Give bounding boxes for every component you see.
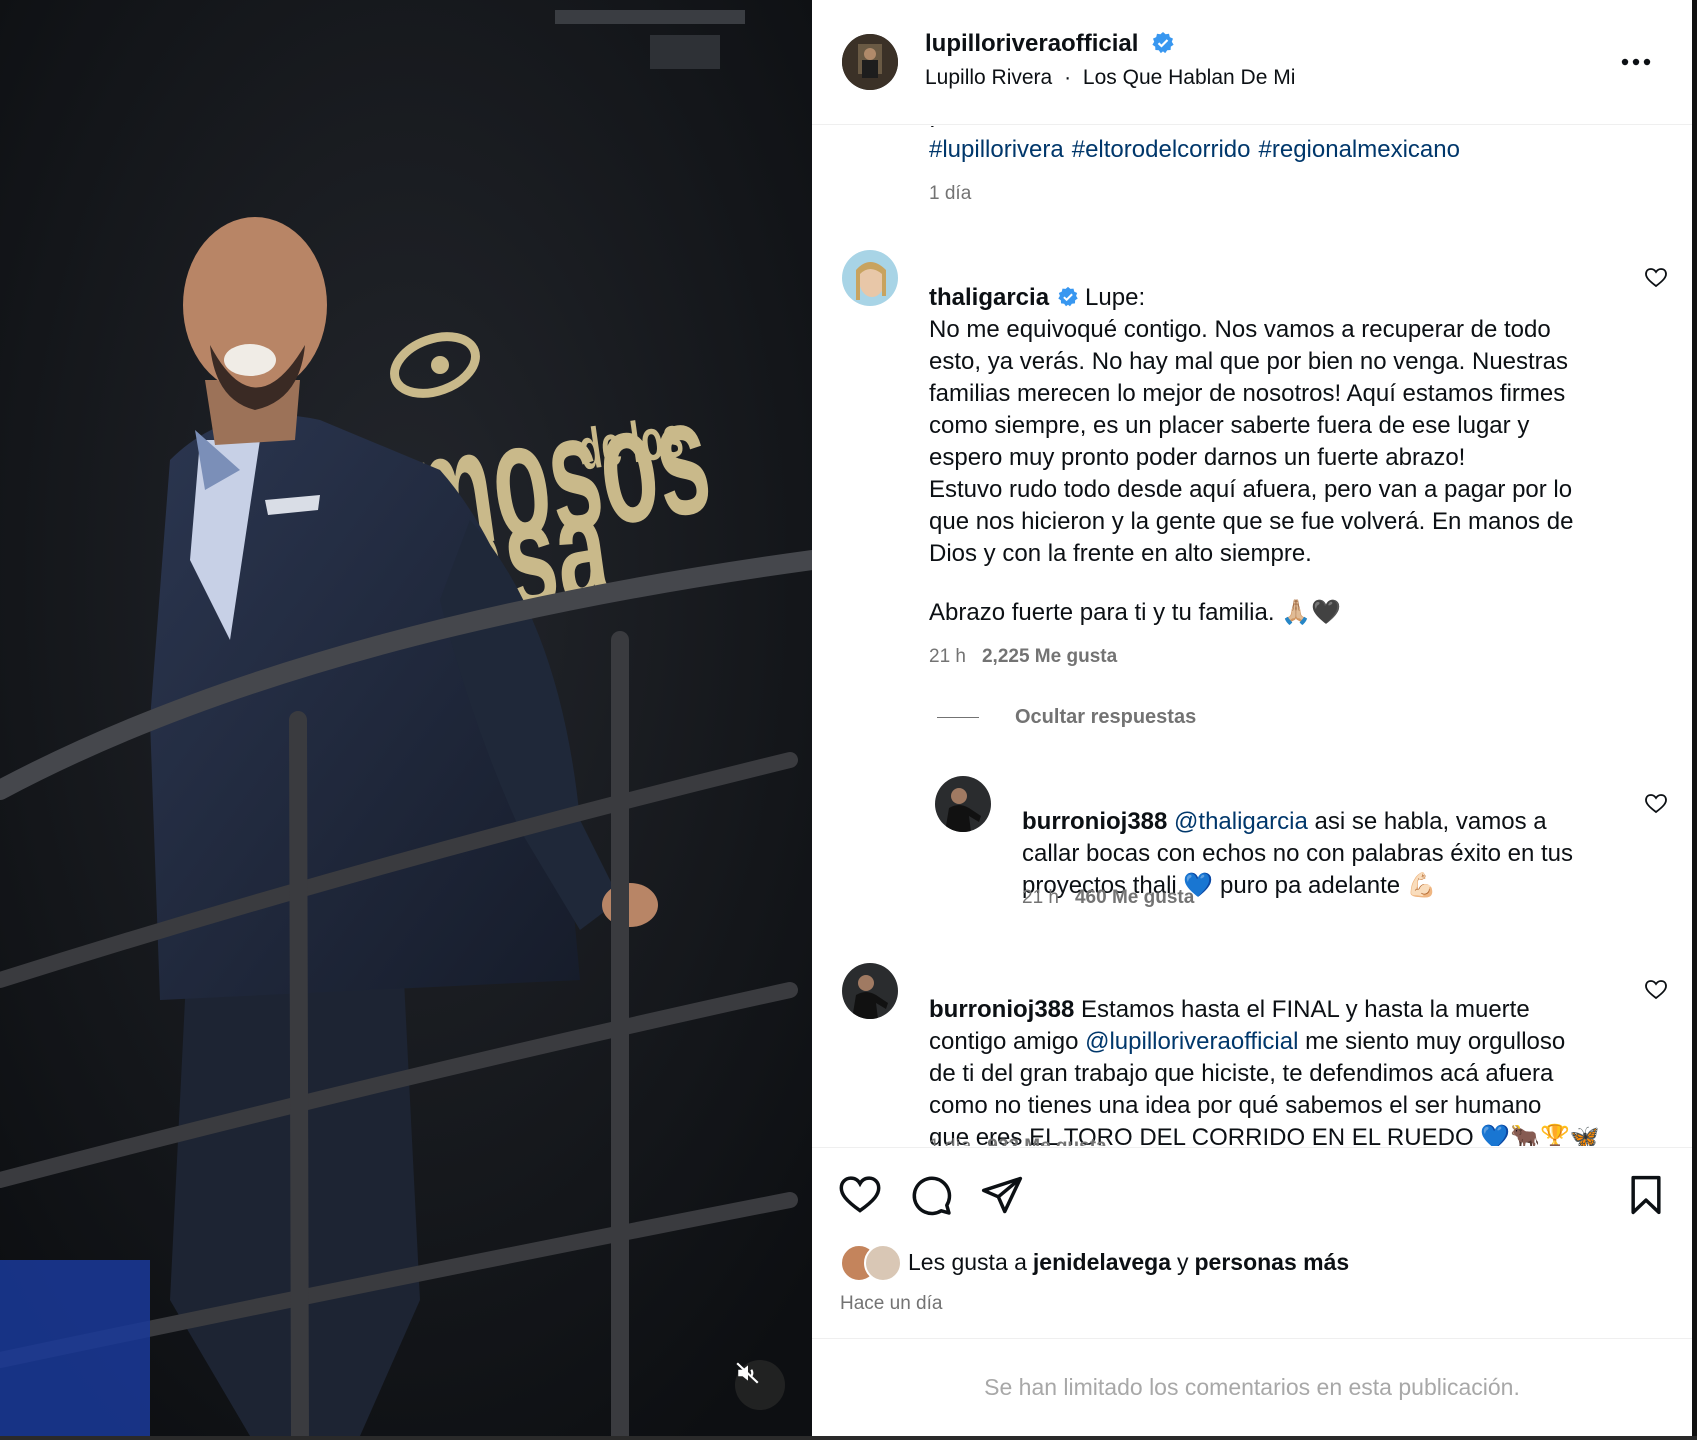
comment-text-line3: de ti del gran trabajo que hiciste, te d… (929, 1060, 1554, 1087)
more-options-button[interactable] (1616, 44, 1656, 80)
comment-icon[interactable] (909, 1173, 953, 1217)
comment-likes[interactable]: 922 Me gusta (987, 1136, 1106, 1146)
mute-toggle-button[interactable] (735, 1360, 785, 1410)
background-strip (1692, 0, 1697, 1440)
likes-conj: y (1177, 1248, 1189, 1275)
likes-others-link[interactable]: personas más (1195, 1249, 1350, 1276)
hide-replies-label[interactable]: Ocultar respuestas (1015, 706, 1196, 729)
send-icon[interactable] (980, 1173, 1024, 1217)
reply-mention[interactable]: @thaligarcia (1174, 808, 1308, 835)
comment-like-heart-icon[interactable] (1644, 978, 1668, 1002)
heart-icon[interactable] (838, 1173, 882, 1217)
more-horizontal-icon (1621, 58, 1651, 66)
comment-meta: 21 h 2,225 Me gusta (929, 646, 1117, 668)
verified-badge-icon (1058, 286, 1078, 306)
comments-limited-text: Se han limitado los comentarios en esta … (984, 1374, 1520, 1400)
comment-likes[interactable]: 2,225 Me gusta (982, 646, 1117, 667)
commenter-avatar[interactable] (842, 250, 898, 306)
comment-username[interactable]: burronioj388 (929, 996, 1074, 1023)
comment-text-line1: Estamos hasta el FINAL y hasta la muerte (1074, 996, 1530, 1023)
reply-time[interactable]: 21 h (1022, 887, 1059, 908)
reply-text-line1: asi se habla, vamos a (1307, 808, 1547, 835)
reply-likes[interactable]: 460 Me gusta (1075, 887, 1194, 908)
audio-attribution[interactable]: Lupillo Rivera · Los Que Hablan De Mi (925, 66, 1295, 90)
comments-limited-notice: Se han limitado los comentarios en esta … (812, 1338, 1692, 1436)
comment-text-line2a: contigo amigo (929, 1028, 1086, 1055)
comment-mention[interactable]: @lupilloriveraofficial (1085, 1028, 1298, 1055)
liker-avatars[interactable] (840, 1244, 906, 1282)
liker-username[interactable]: jenidelavega (1033, 1249, 1171, 1276)
likes-summary: Les gusta a jenidelavega y personas más (840, 1244, 1355, 1282)
video-frame: casa de los mosos (0, 0, 812, 1436)
caption-time[interactable]: 1 día (929, 183, 971, 205)
replies-divider-line (937, 717, 979, 718)
liker-avatar (864, 1244, 902, 1282)
comment-body: No me equivoqué contigo. Nos vamos a rec… (929, 316, 1574, 567)
reply-text-line2: callar bocas con echos no con palabras é… (1022, 840, 1574, 867)
commenter-avatar-image (842, 250, 898, 306)
author-avatar-image (842, 34, 898, 90)
comments-list[interactable]: . #lupillorivera #eltorodelcorrido #region… (812, 126, 1692, 1146)
muted-speaker-icon (736, 1362, 759, 1384)
verified-badge-icon (1152, 31, 1174, 53)
replier-avatar-image (935, 776, 991, 832)
author-username-row[interactable]: lupilloriveraofficial (925, 30, 1175, 58)
commenter-avatar[interactable] (842, 963, 898, 1019)
bookmark-icon[interactable] (1624, 1173, 1668, 1217)
comment-closing: Abrazo fuerte para ti y tu familia. 🙏🏼🖤 (929, 599, 1341, 626)
hashtag-link[interactable]: #lupillorivera (929, 136, 1064, 163)
comment-text-line2b: me siento muy orgulloso (1298, 1028, 1566, 1055)
caption-dot: . (929, 126, 936, 136)
comment-time[interactable]: 21 h (929, 646, 966, 667)
hide-replies-button[interactable]: Ocultar respuestas (937, 706, 1196, 729)
reply-username[interactable]: burronioj388 (1022, 808, 1167, 835)
post-time[interactable]: Hace un día (840, 1293, 942, 1315)
likes-prefix: Les gusta a (908, 1248, 1027, 1275)
caption-hashtags: #lupillorivera #eltorodelcorrido #regional… (929, 136, 1468, 164)
comment-time[interactable]: 1 día (929, 1136, 971, 1146)
post-header: lupilloriveraofficial Lupillo Rivera · L… (812, 0, 1692, 125)
reply-text: burronioj388 @thaligarcia asi se habla, … (1022, 774, 1573, 902)
commenter-avatar-image (842, 963, 898, 1019)
comment-meta-partial: 1 día 922 Me gusta (929, 1136, 1107, 1146)
background-strip (0, 1436, 1697, 1440)
comment-first-line: Lupe: (1085, 284, 1146, 311)
reply-like-heart-icon[interactable] (1644, 792, 1668, 816)
reply-meta: 21 h 460 Me gusta (1022, 887, 1194, 909)
author-username[interactable]: lupilloriveraofficial (925, 30, 1138, 57)
comment-header: thaligarcia Lupe: (929, 250, 1145, 314)
comment-text: burronioj388 Estamos hasta el FINAL y ha… (929, 962, 1600, 1146)
post-side-panel: lupilloriveraofficial Lupillo Rivera · L… (812, 0, 1692, 1436)
audio-artist[interactable]: Lupillo Rivera (925, 66, 1052, 89)
comment-username[interactable]: thaligarcia (929, 284, 1049, 311)
replier-avatar[interactable] (935, 776, 991, 832)
hashtag-link[interactable]: #regionalmexicano (1259, 136, 1460, 163)
author-avatar[interactable] (842, 34, 898, 90)
post-actions: Les gusta a jenidelavega y personas más … (812, 1147, 1692, 1337)
audio-song[interactable]: Los Que Hablan De Mi (1083, 66, 1295, 89)
audio-separator: · (1064, 66, 1072, 89)
comment-like-heart-icon[interactable] (1644, 266, 1668, 290)
ceiling-truss (555, 10, 745, 24)
hashtag-link[interactable]: #eltorodelcorrido (1072, 136, 1251, 163)
comment-text-line4: como no tienes una idea por qué sabemos … (929, 1092, 1542, 1119)
post-video[interactable]: casa de los mosos (0, 0, 812, 1436)
